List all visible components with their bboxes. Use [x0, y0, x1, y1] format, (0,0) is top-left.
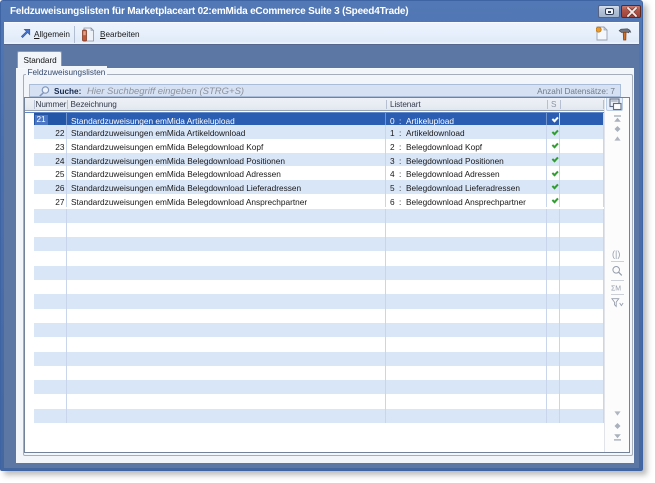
svg-text:(|): (|) — [612, 249, 620, 259]
svg-text:ΣΜ: ΣΜ — [611, 285, 621, 291]
